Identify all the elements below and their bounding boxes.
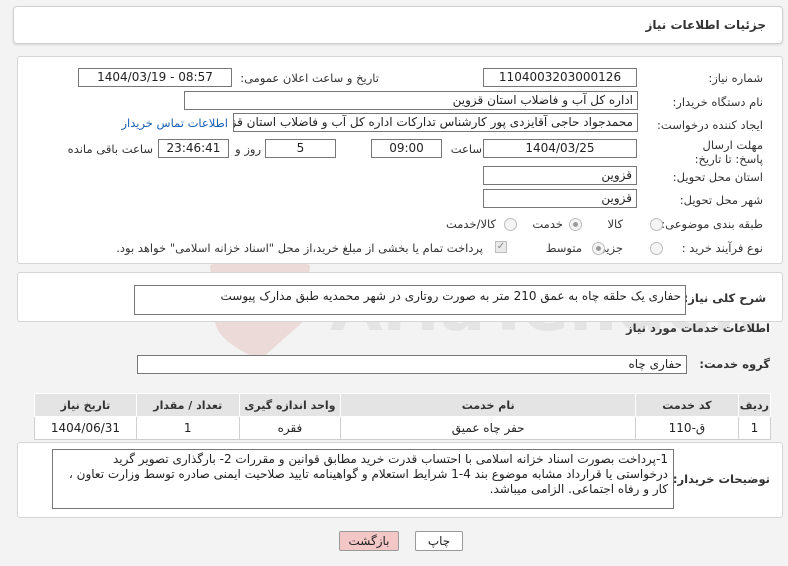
buyer-notes-label: توضیحات خریدار:	[672, 472, 770, 486]
cell-name: حفر چاه عمیق	[340, 416, 637, 440]
buyer-contact-link[interactable]: اطلاعات تماس خریدار	[121, 116, 228, 130]
col-name-header: نام خدمت	[340, 393, 637, 417]
table-header-row: ردیف کد خدمت نام خدمت واحد اندازه گیری ت…	[34, 393, 772, 417]
deadline-hour-label: ساعت	[450, 142, 482, 156]
cell-code: ق-110	[635, 416, 739, 440]
category-goods-label: کالا	[607, 217, 623, 231]
treasury-checkbox[interactable]: ✓	[495, 241, 507, 253]
col-qty-header: تعداد / مقدار	[135, 393, 240, 417]
services-table: ردیف کد خدمت نام خدمت واحد اندازه گیری ت…	[34, 393, 772, 440]
need-number-label: شماره نیاز:	[708, 71, 763, 85]
col-code-header: کد خدمت	[635, 393, 739, 417]
days-label: روز و	[235, 142, 261, 156]
cell-date: 1404/06/31	[34, 416, 137, 440]
service-group-label: گروه خدمت:	[699, 357, 770, 371]
deadline-date-field: 1404/03/25	[483, 139, 637, 158]
city-field: قزوین	[483, 189, 637, 208]
col-unit-header: واحد اندازه گیری	[238, 393, 342, 417]
cell-qty: 1	[135, 416, 240, 440]
treasury-note: پرداخت تمام یا بخشی از مبلغ خرید،از محل …	[116, 241, 483, 255]
province-field: قزوین	[483, 166, 637, 185]
remaining-label: ساعت باقی مانده	[67, 142, 153, 156]
services-title: اطلاعات خدمات مورد نیاز	[626, 321, 770, 335]
cell-row: 1	[737, 416, 772, 440]
description-textarea: حفاری یک حلقه چاه به عمق 210 متر به صورت…	[134, 285, 686, 315]
category-goods-service-radio[interactable]	[504, 218, 517, 231]
page-header: جزئیات اطلاعات نیاز	[13, 6, 783, 44]
buyer-org-field: اداره کل آب و فاضلاب استان قزوین	[184, 91, 638, 110]
col-row-header: ردیف	[737, 393, 772, 417]
category-service-label: خدمت	[532, 217, 563, 231]
remaining-time-field: 23:46:41	[158, 139, 229, 158]
process-medium-label: متوسط	[545, 241, 582, 255]
buyer-notes-textarea: 1-پرداخت بصورت اسناد خزانه اسلامی با احت…	[52, 449, 674, 509]
province-label: استان محل تحویل:	[672, 170, 763, 184]
process-medium-radio[interactable]	[592, 242, 605, 255]
category-goods-radio[interactable]	[650, 218, 663, 231]
deadline-label: مهلت ارسال پاسخ: تا تاریخ:	[694, 138, 763, 166]
page-title: جزئیات اطلاعات نیاز	[645, 18, 766, 32]
cell-unit: فقره	[238, 416, 342, 440]
process-type-label: نوع فرآیند خرید :	[681, 241, 763, 255]
announce-datetime-label: تاریخ و ساعت اعلان عمومی:	[240, 71, 379, 85]
service-group-field: حفاری چاه	[137, 355, 687, 374]
buyer-org-label: نام دستگاه خریدار:	[672, 95, 763, 109]
requester-field: محمدجواد حاجی آقایزدی پور کارشناس تدارکا…	[233, 113, 638, 132]
deadline-time-field: 09:00	[371, 139, 442, 158]
category-goods-service-label: کالا/خدمت	[445, 217, 496, 231]
description-label: شرح کلی نیاز:	[683, 291, 766, 305]
category-service-radio[interactable]	[569, 218, 582, 231]
need-number-field: 1104003203000126	[483, 68, 637, 87]
need-info-panel	[17, 56, 783, 264]
table-row: 1 ق-110 حفر چاه عمیق فقره 1 1404/06/31	[34, 416, 772, 440]
city-label: شهر محل تحویل:	[679, 193, 763, 207]
process-minor-radio[interactable]	[650, 242, 663, 255]
requester-label: ایجاد کننده درخواست:	[657, 118, 763, 132]
announce-datetime-field: 1404/03/19 - 08:57	[78, 68, 232, 87]
days-field: 5	[265, 139, 336, 158]
col-date-header: تاریخ نیاز	[34, 393, 137, 417]
category-label: طبقه بندی موضوعی:	[661, 217, 763, 231]
print-button[interactable]: چاپ	[415, 531, 463, 551]
back-button[interactable]: بازگشت	[339, 531, 399, 551]
